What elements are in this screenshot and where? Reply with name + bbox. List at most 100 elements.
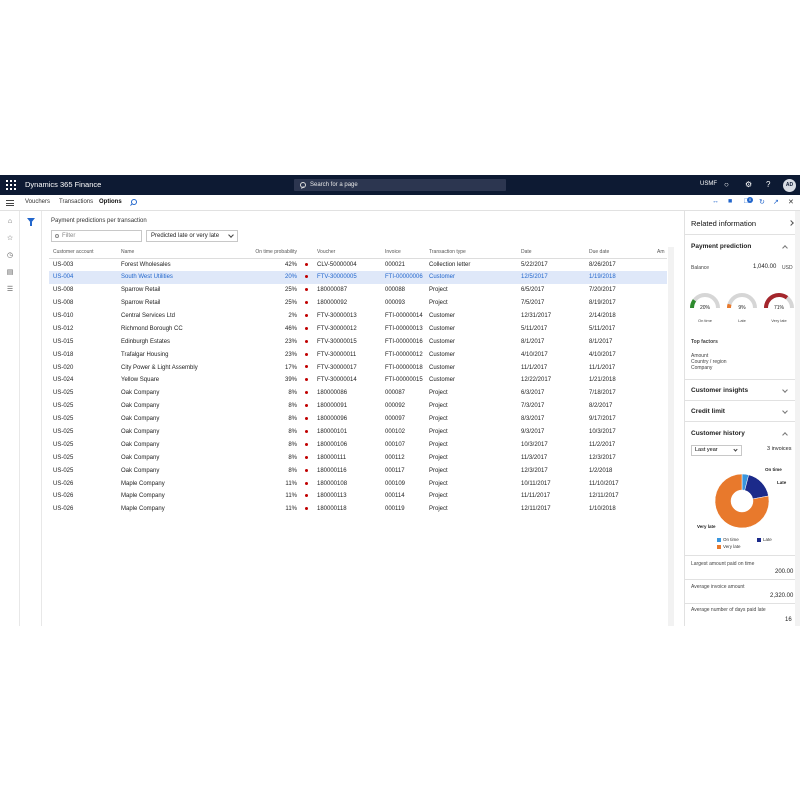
table-row[interactable]: US-026 Maple Company 11% 180000108 000109 Pro…: [49, 477, 667, 490]
bell-icon[interactable]: ○: [724, 180, 729, 190]
column-header[interactable]: Customer account: [49, 247, 117, 259]
credit-limit-header[interactable]: Credit limit: [691, 408, 725, 415]
cell-account: US-025: [53, 441, 74, 448]
column-header[interactable]: Am: [653, 247, 667, 259]
cell-date: 11/3/2017: [521, 454, 548, 461]
filter-icon[interactable]: [27, 218, 35, 226]
chevron-up-icon[interactable]: [782, 245, 788, 251]
table-row[interactable]: US-015 Edinburgh Estates 23% FTV-30000015 FT…: [49, 335, 667, 348]
refresh-icon[interactable]: ↻: [759, 198, 765, 206]
customer-insights-header[interactable]: Customer insights: [691, 387, 748, 394]
chevron-up-icon[interactable]: [782, 432, 788, 438]
invoice-count: 3 invoices: [767, 446, 792, 452]
cell-prob: 25%: [284, 300, 297, 307]
column-header[interactable]: On time probability: [227, 247, 301, 259]
cell-account: US-025: [53, 416, 74, 423]
table-row[interactable]: US-025 Oak Company 8% 180000086 000087 Projec…: [49, 387, 667, 400]
main-content: Payment predictions per transaction Filt…: [43, 211, 683, 626]
table-row[interactable]: US-025 Oak Company 8% 180000116 000117 Projec…: [49, 464, 667, 477]
cell-type: Project: [429, 429, 448, 436]
red-dot-icon: [305, 339, 308, 343]
column-header[interactable]: Transaction type: [425, 247, 517, 259]
prediction-indicator: [301, 258, 313, 271]
table-row[interactable]: US-025 Oak Company 8% 180000091 000092 Projec…: [49, 400, 667, 413]
table-row[interactable]: US-026 Maple Company 11% 180000113 000114 Pro…: [49, 490, 667, 503]
payment-prediction-header[interactable]: Payment prediction: [691, 243, 751, 250]
table-row[interactable]: US-024 Yellow Square 39% FTV-30000014 FTI-00…: [49, 374, 667, 387]
chevron-down-icon[interactable]: [782, 408, 788, 414]
cell-date: 10/11/2017: [521, 480, 551, 487]
table-row[interactable]: US-004 South West Utilities 20% FTV-3000000…: [49, 270, 667, 284]
home-icon[interactable]: ⌂: [6, 218, 14, 226]
column-header[interactable]: Due date: [585, 247, 653, 259]
gear-icon[interactable]: ⚙: [745, 180, 752, 190]
grid-filter-input[interactable]: Filter: [51, 230, 142, 242]
cell-empty: [653, 258, 667, 271]
table-row[interactable]: US-012 Richmond Borough CC 46% FTV-30000012…: [49, 322, 667, 335]
table-row[interactable]: US-025 Oak Company 8% 180000101 000102 Projec…: [49, 426, 667, 439]
column-header[interactable]: Date: [517, 247, 585, 259]
cell-name: Edinburgh Estates: [121, 338, 171, 345]
history-period-select[interactable]: Last year: [691, 445, 742, 456]
favorites-icon[interactable]: ☆: [6, 235, 14, 243]
grid-vertical-scrollbar[interactable]: [668, 247, 674, 626]
divider: [685, 234, 800, 235]
column-header[interactable]: Invoice: [381, 247, 425, 259]
table-row[interactable]: US-025 Oak Company 8% 180000106 000107 Projec…: [49, 438, 667, 451]
link-icon[interactable]: ↔: [712, 198, 719, 205]
recent-icon[interactable]: ◷: [6, 252, 14, 260]
gauge-value: 71%: [774, 305, 785, 311]
cell-type: Project: [429, 441, 448, 448]
table-row[interactable]: US-025 Oak Company 8% 180000096 000097 Projec…: [49, 413, 667, 426]
gauge-value: 20%: [700, 305, 711, 311]
divider: [685, 421, 800, 422]
workspaces-icon[interactable]: ▤: [6, 269, 14, 277]
customer-history-header[interactable]: Customer history: [691, 430, 745, 437]
pane-scrollbar[interactable]: [795, 211, 800, 626]
filter-pane-toggle[interactable]: [20, 211, 42, 626]
prediction-filter-select[interactable]: Predicted late or very late: [146, 230, 238, 242]
table-row[interactable]: US-010 Central Services Ltd 2% FTV-30000013…: [49, 310, 667, 323]
app-title[interactable]: Dynamics 365 Finance: [25, 180, 101, 189]
global-search-input[interactable]: Search for a page: [294, 179, 506, 191]
gauge-label: Very late: [771, 318, 787, 323]
pie-slice-late[interactable]: [744, 474, 769, 500]
table-row[interactable]: US-018 Trafalgar Housing 23% FTV-30000011 FT…: [49, 348, 667, 361]
tab-vouchers[interactable]: Vouchers: [25, 199, 50, 205]
table-row[interactable]: US-008 Sparrow Retail 25% 180000092 000093 Pr…: [49, 297, 667, 310]
chevron-down-icon[interactable]: [782, 387, 788, 393]
avatar[interactable]: AD: [783, 179, 796, 192]
table-row[interactable]: US-003 Forest Wholesales 42% CLV-50000004 00…: [49, 258, 667, 271]
hamburger-menu-icon[interactable]: [6, 200, 14, 206]
close-icon[interactable]: ✕: [788, 198, 794, 206]
section-title: Payment predictions per transaction: [51, 218, 147, 224]
table-row[interactable]: US-026 Maple Company 11% 180000118 000119 Pro…: [49, 503, 667, 516]
column-header[interactable]: Voucher: [313, 247, 381, 259]
table-row[interactable]: US-020 City Power & Light Assembly 17% FTV-…: [49, 361, 667, 374]
cell-due: 7/20/2017: [589, 287, 616, 294]
prediction-indicator: [301, 270, 313, 284]
prediction-indicator: [301, 348, 313, 361]
gauge-label: Late: [738, 318, 747, 323]
table-row[interactable]: US-025 Oak Company 8% 180000111 000112 Projec…: [49, 451, 667, 464]
average-invoice-label: Average invoice amount: [691, 584, 745, 590]
modules-icon[interactable]: ☰: [6, 286, 14, 294]
app-launcher-icon[interactable]: [6, 180, 16, 190]
prediction-indicator: [301, 284, 313, 297]
company-picker[interactable]: USMF: [700, 181, 717, 187]
tab-transactions[interactable]: Transactions: [59, 199, 93, 205]
cell-date: 7/5/2017: [521, 300, 545, 307]
divider: [685, 603, 800, 604]
column-header[interactable]: Name: [117, 247, 227, 259]
tab-options[interactable]: Options: [99, 199, 122, 205]
table-row[interactable]: US-008 Sparrow Retail 25% 180000087 000088 Pr…: [49, 284, 667, 297]
collapse-pane-icon[interactable]: [788, 220, 794, 226]
gauge-fill: [727, 303, 732, 309]
column-header[interactable]: [301, 247, 313, 259]
open-new-window-icon[interactable]: ↗: [773, 198, 779, 206]
cell-type: Project: [429, 300, 448, 307]
office-icon[interactable]: ■: [728, 198, 732, 205]
action-search-icon[interactable]: [131, 199, 137, 205]
cell-voucher: 180000101: [317, 429, 348, 436]
help-icon[interactable]: ?: [766, 180, 770, 190]
